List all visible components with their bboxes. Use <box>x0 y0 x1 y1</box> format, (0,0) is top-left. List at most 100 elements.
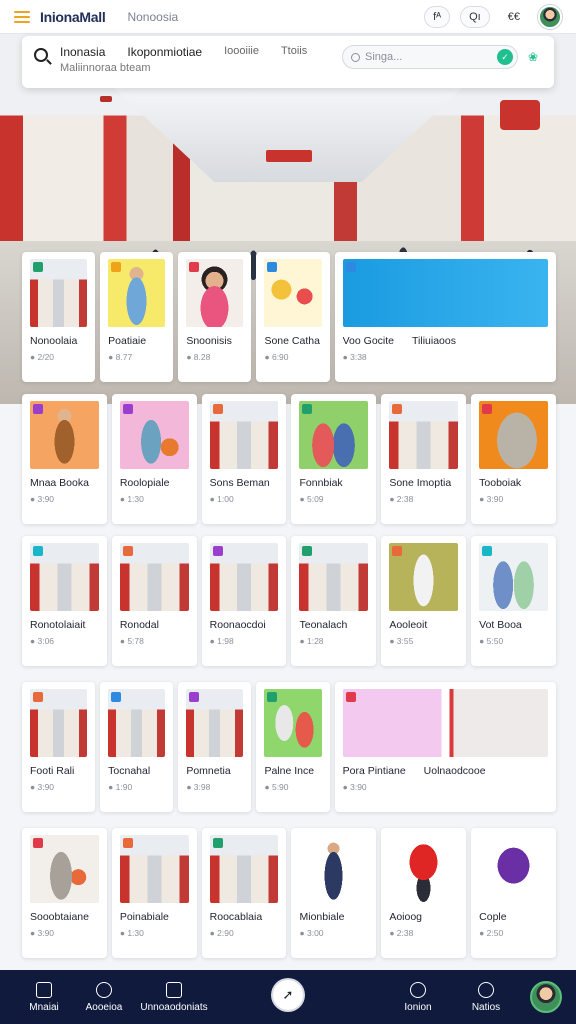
product-meta: ● 3:55 <box>389 636 414 646</box>
search-icon[interactable] <box>34 48 48 62</box>
product-card[interactable]: Sons Beman ● 1:00 <box>201 394 287 524</box>
search-icon <box>351 52 360 62</box>
product-thumbnail <box>186 689 244 757</box>
product-card[interactable]: Sone Imoptia ● 2:38 <box>381 394 467 524</box>
product-card[interactable]: Poatiaie ● 8.77 <box>100 252 174 382</box>
product-meta: ● 8.28 <box>186 352 211 362</box>
product-meta: ● 3:00 <box>299 928 324 938</box>
product-title: Palne Ince <box>264 765 315 777</box>
product-thumbnail <box>299 401 369 469</box>
leaf-icon[interactable]: ❀ <box>528 50 542 64</box>
product-card[interactable]: Vot Booa ● 5:50 <box>471 536 556 666</box>
product-title-text: Pora Pintiane <box>342 765 406 777</box>
store-sign <box>266 150 312 162</box>
pill-right-label: €€ <box>507 10 520 23</box>
category-badge <box>33 692 43 702</box>
product-meta: ● 2:90 <box>209 928 234 938</box>
product-card[interactable]: Pora Pintiane Uolnaodcooe ● 3:90 <box>334 682 557 812</box>
product-title: Ronotolaiait <box>30 619 86 631</box>
bottom-nav-search[interactable]: Aooeioa <box>74 981 134 1013</box>
bottom-avatar[interactable] <box>530 981 562 1013</box>
nav-link[interactable]: Inonasia <box>60 45 105 59</box>
product-thumbnail <box>479 543 548 611</box>
location-icon <box>410 981 426 998</box>
product-thumbnail <box>389 835 459 903</box>
product-card[interactable]: Footi Rali ● 3:90 <box>22 682 96 812</box>
product-title: Mnaa Booka <box>30 477 89 489</box>
product-meta: ● 3:38 <box>342 352 367 362</box>
brand-subtitle: Nonoosia <box>127 9 179 24</box>
product-row: Sooobtaiane ● 3:90 Poinabiale ● 1:30 Roocabl… <box>22 828 556 958</box>
product-thumbnail <box>479 835 548 903</box>
category-badge <box>302 546 313 556</box>
product-title: Vot Booa <box>479 619 522 631</box>
search-input[interactable]: Singa... ✓ <box>342 45 518 69</box>
product-row: Ronotolaiait ● 3:06 Ronodal ● 5:78 Roonaocdo… <box>22 536 556 666</box>
category-badge <box>267 692 278 702</box>
product-card[interactable]: Mionbiale ● 3:00 <box>291 828 377 958</box>
compass-fab[interactable]: ➚ <box>273 980 303 1010</box>
store-icon <box>166 981 182 998</box>
bottom-nav-location[interactable]: Ionion <box>388 981 448 1013</box>
product-card[interactable]: Aooleoit ● 3:55 <box>381 536 467 666</box>
product-title: Ronodal <box>119 619 159 631</box>
product-title: Pora Pintiane Uolnaodcooe <box>343 765 548 777</box>
user-icon <box>478 981 494 998</box>
pill-button-mid[interactable]: Qı <box>460 5 490 28</box>
product-card[interactable]: Ronotolaiait ● 3:06 <box>22 536 107 666</box>
product-thumbnail <box>108 259 166 327</box>
nav-links: Inonasia Ikoponmiotiae Ioooiiie Ttoiis <box>60 45 307 59</box>
search-go-icon[interactable]: ✓ <box>497 49 513 65</box>
product-card[interactable]: Voo Gocite Tiliuiaoos ● 3:38 <box>334 252 557 382</box>
bottom-nav-profile[interactable]: Natios <box>456 981 516 1013</box>
product-card[interactable]: Tocnahal ● 1:90 <box>100 682 174 812</box>
nav-link[interactable]: Ioooiiie <box>224 45 259 59</box>
category-badge <box>482 404 493 414</box>
product-card[interactable]: Sone Catha ● 6:90 <box>256 252 330 382</box>
product-card[interactable]: Nonoolaia ● 2/20 <box>22 252 96 382</box>
product-card[interactable]: Tooboiak ● 3:90 <box>471 394 556 524</box>
product-row: Nonoolaia ● 2/20 Poatiaie ● 8.77 Snoonisis ● … <box>22 252 557 382</box>
search-nav-card: Inonasia Ikoponmiotiae Ioooiiie Ttoiis M… <box>22 36 554 88</box>
pill-button-right[interactable]: €€ <box>500 6 528 28</box>
product-card[interactable]: Teonalach ● 1:28 <box>291 536 377 666</box>
pill-button-left[interactable]: fᴬ <box>424 5 451 28</box>
nav-link[interactable]: Ikoponmiotiae <box>127 45 202 59</box>
product-card[interactable]: Pomnetia ● 3:98 <box>178 682 252 812</box>
category-badge <box>189 692 200 702</box>
category-badge <box>122 546 133 556</box>
product-meta: ● 6:90 <box>264 352 289 362</box>
product-meta: ● 8.77 <box>108 352 133 362</box>
category-badge <box>212 838 223 848</box>
bottom-nav-store[interactable]: Unnoaodoniats <box>134 981 214 1013</box>
product-card[interactable]: Palne Ince ● 5:90 <box>256 682 330 812</box>
brand-name[interactable]: InionaMall <box>40 9 106 25</box>
product-row: Footi Rali ● 3:90 Tocnahal ● 1:90 Pomnetia ● … <box>22 682 557 812</box>
product-meta: ● 3:98 <box>186 782 211 792</box>
product-card[interactable]: Ronodal ● 5:78 <box>111 536 197 666</box>
product-card[interactable]: Mnaa Booka ● 3:90 <box>22 394 107 524</box>
bottom-nav-home[interactable]: Mnaiai <box>14 981 74 1013</box>
product-thumbnail <box>119 835 189 903</box>
product-card[interactable]: Roocablaia ● 2:90 <box>201 828 287 958</box>
product-card[interactable]: Sooobtaiane ● 3:90 <box>22 828 107 958</box>
product-card[interactable]: Aoioog ● 2:38 <box>381 828 467 958</box>
product-thumbnail <box>30 259 88 327</box>
menu-icon[interactable] <box>14 10 30 23</box>
product-card[interactable]: Snoonisis ● 8.28 <box>178 252 252 382</box>
product-card[interactable]: Roolopiale ● 1:30 <box>111 394 197 524</box>
pill-mid-label: Qı <box>469 10 481 23</box>
user-avatar[interactable] <box>538 4 562 29</box>
product-meta: ● 3:90 <box>30 928 55 938</box>
product-thumbnail <box>119 543 189 611</box>
pill-left-label: fᴬ <box>433 10 442 23</box>
product-card[interactable]: Roonaocdoi ● 1:98 <box>201 536 287 666</box>
product-card[interactable]: Fonnbiak ● 5:09 <box>291 394 377 524</box>
product-card[interactable]: Cople ● 2:50 <box>471 828 556 958</box>
nav-link[interactable]: Ttoiis <box>281 45 307 59</box>
product-thumbnail <box>299 835 369 903</box>
product-thumbnail <box>209 543 279 611</box>
product-title: Cople <box>479 911 507 923</box>
product-title: Roolopiale <box>119 477 170 489</box>
product-card[interactable]: Poinabiale ● 1:30 <box>111 828 197 958</box>
